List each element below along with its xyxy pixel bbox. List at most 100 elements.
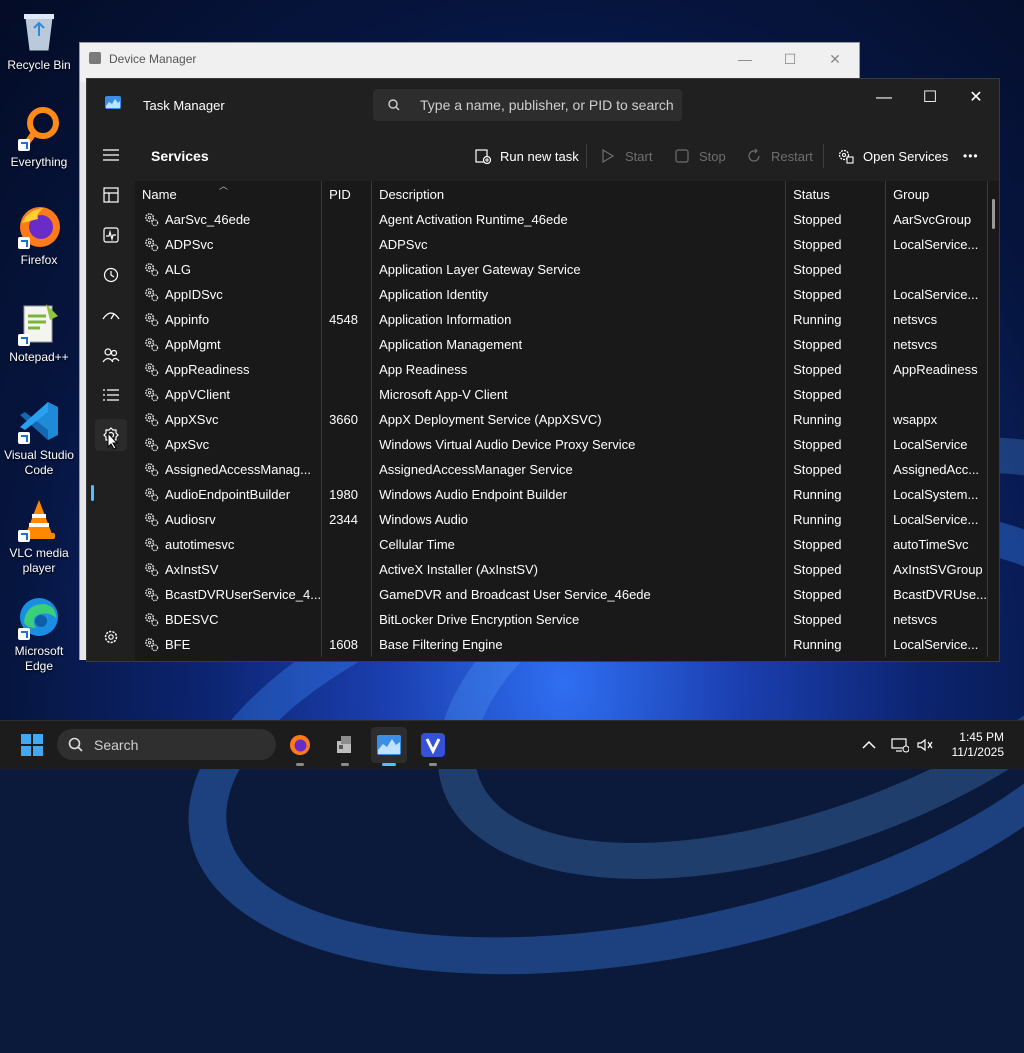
hamburger-menu-icon[interactable] bbox=[95, 139, 127, 171]
cell-name: ALG bbox=[135, 257, 323, 282]
table-row[interactable]: BFE 1608 Base Filtering Engine Running Local… bbox=[135, 632, 988, 657]
open-services-button[interactable]: Open Services bbox=[837, 142, 948, 170]
minimize-button[interactable]: — bbox=[861, 83, 907, 113]
cell-name: BDESVC bbox=[135, 607, 323, 632]
performance-icon[interactable] bbox=[95, 219, 127, 251]
restart-button[interactable]: Restart bbox=[745, 142, 813, 170]
play-icon bbox=[599, 147, 617, 165]
table-row[interactable]: AppXSvc 3660 AppX Deployment Service (AppX… bbox=[135, 407, 988, 432]
cell-name: ApxSvc bbox=[135, 432, 323, 457]
services-list: Name ︿ PID Description Status Group AarSv… bbox=[135, 181, 999, 661]
table-row[interactable]: autotimesvc Cellular Time Stopped autoTimeS… bbox=[135, 532, 988, 557]
app-history-icon[interactable] bbox=[95, 259, 127, 291]
service-name: BcastDVRUserService_4... bbox=[165, 587, 322, 602]
column-header-group[interactable]: Group bbox=[885, 181, 988, 207]
taskbar-vivaldi[interactable] bbox=[415, 727, 451, 766]
cell-status: Stopped bbox=[785, 357, 887, 382]
table-row[interactable]: AppVClient Microsoft App-V Client Stopped bbox=[135, 382, 988, 407]
desktop-icon-notepad-plus-plus[interactable]: Notepad++ bbox=[0, 300, 78, 365]
cell-group: LocalService... bbox=[885, 282, 988, 307]
taskbar-task-manager[interactable] bbox=[371, 727, 407, 766]
table-row[interactable]: AudioEndpointBuilder 1980 Windows Audio En… bbox=[135, 482, 988, 507]
table-row[interactable]: AppIDSvc Application Identity Stopped Local… bbox=[135, 282, 988, 307]
cell-pid: 1608 bbox=[321, 632, 373, 657]
taskbar-firefox[interactable] bbox=[282, 727, 318, 766]
network-status-icon[interactable] bbox=[890, 727, 910, 763]
table-row[interactable]: AppMgmt Application Management Stopped nets… bbox=[135, 332, 988, 357]
cell-description: Application Layer Gateway Service bbox=[371, 257, 787, 282]
task-manager-icon bbox=[377, 735, 401, 755]
close-button[interactable]: ✕ bbox=[820, 49, 850, 69]
volume-muted-icon[interactable] bbox=[914, 727, 936, 763]
service-name: AssignedAccessManag... bbox=[165, 462, 311, 477]
service-gear-icon bbox=[145, 238, 159, 252]
start-button[interactable] bbox=[14, 727, 50, 763]
table-row[interactable]: Audiosrv 2344 Windows Audio Running LocalSer… bbox=[135, 507, 988, 532]
cell-description: Windows Virtual Audio Device Proxy Servi… bbox=[371, 432, 787, 457]
table-row[interactable]: AssignedAccessManag... AssignedAccessMana… bbox=[135, 457, 988, 482]
cell-group: AppReadiness bbox=[885, 357, 988, 382]
processes-icon[interactable] bbox=[95, 179, 127, 211]
table-row[interactable]: ALG Application Layer Gateway Service Stop… bbox=[135, 257, 988, 282]
cell-group: AarSvcGroup bbox=[885, 207, 988, 232]
column-header-name[interactable]: Name ︿ bbox=[135, 181, 323, 207]
maximize-button[interactable]: ☐ bbox=[775, 49, 805, 69]
more-options-button[interactable]: ••• bbox=[963, 142, 979, 170]
run-new-task-button[interactable]: Run new task bbox=[474, 142, 579, 170]
cell-name: ADPSvc bbox=[135, 232, 323, 257]
cell-group: wsappx bbox=[885, 407, 988, 432]
table-row[interactable]: BDESVC BitLocker Drive Encryption Service… bbox=[135, 607, 988, 632]
cell-status: Stopped bbox=[785, 332, 887, 357]
settings-gear-icon[interactable] bbox=[95, 621, 127, 653]
column-header-status[interactable]: Status bbox=[785, 181, 887, 207]
table-row[interactable]: AxInstSV ActiveX Installer (AxInstSV) Stop… bbox=[135, 557, 988, 582]
details-icon[interactable] bbox=[95, 379, 127, 411]
cell-name: AppIDSvc bbox=[135, 282, 323, 307]
start-button[interactable]: Start bbox=[599, 142, 652, 170]
desktop-icon-firefox[interactable]: Firefox bbox=[0, 203, 78, 268]
users-icon[interactable] bbox=[95, 339, 127, 371]
service-name: AxInstSV bbox=[165, 562, 219, 577]
cell-group: BcastDVRUse... bbox=[885, 582, 988, 607]
task-manager-window[interactable]: Task Manager Type a name, publisher, or … bbox=[86, 78, 1000, 662]
stop-button[interactable]: Stop bbox=[673, 142, 726, 170]
search-icon bbox=[388, 99, 400, 111]
system-clock[interactable]: 1:45 PM 11/1/2025 bbox=[952, 730, 1005, 760]
table-row[interactable]: AppReadiness App Readiness Stopped AppReadi… bbox=[135, 357, 988, 382]
desktop-icon-vscode[interactable]: Visual Studio Code bbox=[0, 398, 78, 478]
desktop-icon-recycle-bin[interactable]: Recycle Bin bbox=[0, 8, 78, 73]
device-manager-icon bbox=[89, 52, 101, 64]
table-row[interactable]: ApxSvc Windows Virtual Audio Device Proxy… bbox=[135, 432, 988, 457]
table-row[interactable]: ADPSvc ADPSvc Stopped LocalService... bbox=[135, 232, 988, 257]
cell-pid bbox=[321, 282, 373, 307]
cell-name: AppReadiness bbox=[135, 357, 323, 382]
device-manager-title: Device Manager bbox=[109, 52, 197, 66]
table-row[interactable]: Appinfo 4548 Application Information Runnin… bbox=[135, 307, 988, 332]
column-header-pid[interactable]: PID bbox=[321, 181, 373, 207]
taskbar-search-box[interactable]: Search bbox=[57, 729, 276, 760]
service-gear-icon bbox=[145, 288, 159, 302]
maximize-button[interactable]: ☐ bbox=[907, 83, 953, 113]
service-name: AppMgmt bbox=[165, 337, 221, 352]
mouse-cursor-icon bbox=[107, 432, 119, 450]
windows-logo-icon bbox=[21, 734, 43, 756]
desktop-icon-vlc[interactable]: VLC media player bbox=[0, 496, 78, 576]
table-row[interactable]: BcastDVRUserService_4... GameDVR and Broa… bbox=[135, 582, 988, 607]
cell-pid bbox=[321, 532, 373, 557]
show-hidden-icons-button[interactable] bbox=[851, 727, 887, 763]
startup-apps-icon[interactable] bbox=[95, 299, 127, 331]
cell-description: Base Filtering Engine bbox=[371, 632, 787, 657]
desktop-icon-everything[interactable]: Everything bbox=[0, 105, 78, 170]
restart-label: Restart bbox=[771, 148, 813, 164]
taskbar-device-manager[interactable] bbox=[327, 727, 363, 766]
cell-status: Stopped bbox=[785, 232, 887, 257]
table-row[interactable]: AarSvc_46ede Agent Activation Runtime_46e… bbox=[135, 207, 988, 232]
search-input[interactable]: Type a name, publisher, or PID to search bbox=[373, 89, 682, 121]
desktop-icon-edge[interactable]: Microsoft Edge bbox=[0, 594, 78, 674]
search-icon bbox=[68, 737, 83, 752]
column-header-description[interactable]: Description bbox=[371, 181, 787, 207]
minimize-button[interactable]: — bbox=[730, 49, 760, 69]
vertical-scrollbar[interactable] bbox=[987, 181, 999, 661]
scrollbar-thumb[interactable] bbox=[992, 199, 995, 229]
close-button[interactable]: ✕ bbox=[953, 83, 999, 113]
